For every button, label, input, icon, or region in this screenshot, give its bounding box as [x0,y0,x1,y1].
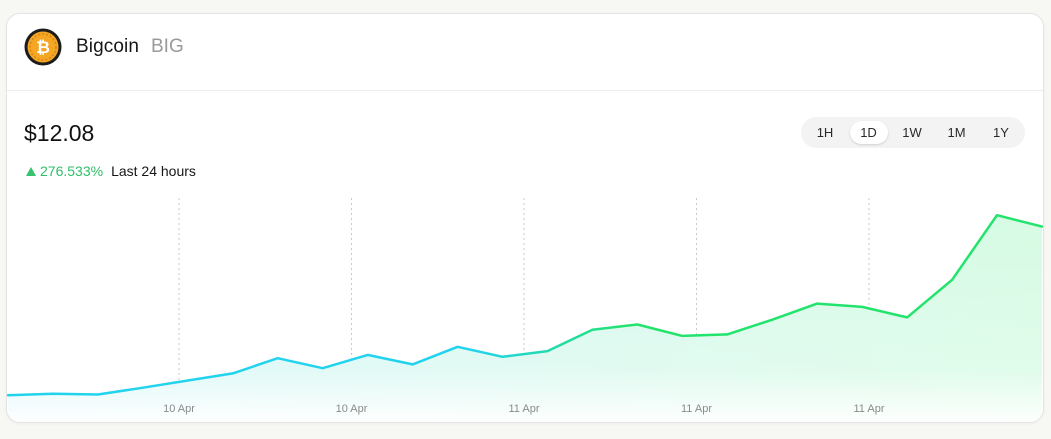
bitcoin-coin-icon: ₿ [24,28,62,66]
price-change: 276.533% Last 24 hours [26,162,196,180]
coin-ticker: BIG [151,36,184,57]
tab-1m[interactable]: 1M [937,121,977,144]
price-chart: 10 Apr 10 Apr 11 Apr 11 Apr 11 Apr [7,198,1043,422]
tab-1h[interactable]: 1H [805,121,845,144]
price-area-fade [8,215,1042,422]
tab-1y[interactable]: 1Y [981,121,1021,144]
x-tick-label: 11 Apr [681,403,712,415]
tab-1d[interactable]: 1D [849,121,888,144]
up-triangle-icon [26,166,36,176]
svg-text:₿: ₿ [36,38,50,58]
x-tick-label: 10 Apr [336,403,368,415]
change-period: Last 24 hours [111,163,196,179]
x-tick-label: 11 Apr [509,403,540,415]
time-range-selector: 1H 1D 1W 1M 1Y [801,117,1025,148]
x-tick-label: 10 Apr [163,403,195,415]
x-tick-label: 11 Apr [854,403,885,415]
current-price: $12.08 [24,120,95,146]
change-percent: 276.533% [40,163,104,179]
coin-name: Bigcoin [76,36,140,57]
card-header: ₿ Bigcoin BIG [7,14,1043,91]
coin-price-card: ₿ Bigcoin BIG $12.08 276.533% Last 24 ho… [6,13,1044,423]
tab-1w[interactable]: 1W [892,121,932,144]
